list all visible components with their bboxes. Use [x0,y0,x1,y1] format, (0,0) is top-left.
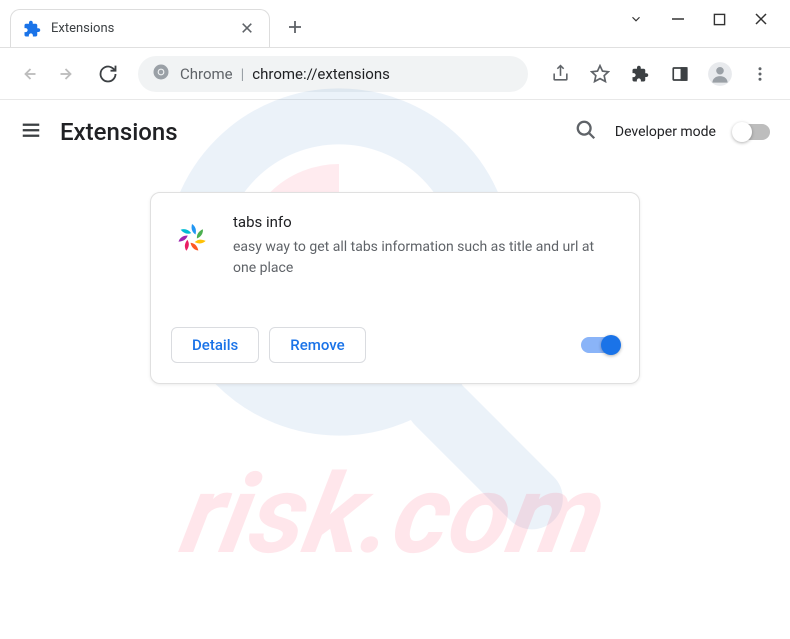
extension-name: tabs info [233,213,619,231]
extensions-puzzle-icon[interactable] [622,56,658,92]
developer-mode-toggle[interactable] [734,124,770,140]
hamburger-menu-icon[interactable] [20,119,42,145]
developer-mode-label: Developer mode [615,124,716,140]
details-button[interactable]: Details [171,327,259,363]
search-icon[interactable] [575,119,597,145]
remove-button[interactable]: Remove [269,327,365,363]
bookmark-star-icon[interactable] [582,56,618,92]
reload-button[interactable] [92,58,124,90]
extension-enable-toggle[interactable] [581,337,619,353]
back-button[interactable] [12,58,44,90]
forward-button[interactable] [52,58,84,90]
address-bar[interactable]: Chrome | chrome://extensions [138,56,528,92]
new-tab-button[interactable] [280,14,310,43]
extension-card: tabs info easy way to get all tabs infor… [150,192,640,384]
window-minimize-icon[interactable] [671,11,685,30]
extension-puzzle-icon [23,20,41,38]
watermark-text: risk.com [172,450,618,579]
extension-app-icon [171,217,213,259]
extension-description: easy way to get all tabs information suc… [233,237,619,279]
window-dropdown-icon[interactable] [629,11,643,30]
window-close-icon[interactable] [754,11,768,30]
browser-tab[interactable]: Extensions [10,9,270,47]
side-panel-icon[interactable] [662,56,698,92]
tab-title: Extensions [51,21,237,36]
chrome-icon [152,63,170,85]
share-icon[interactable] [542,56,578,92]
tab-close-icon[interactable] [237,19,257,38]
kebab-menu-icon[interactable] [742,56,778,92]
page-title: Extensions [60,118,178,146]
omnibox-url: chrome://extensions [252,65,390,83]
omnibox-scheme: Chrome [180,65,233,83]
window-maximize-icon[interactable] [713,11,726,30]
omnibox-divider: | [241,65,245,83]
profile-avatar-icon[interactable] [702,56,738,92]
